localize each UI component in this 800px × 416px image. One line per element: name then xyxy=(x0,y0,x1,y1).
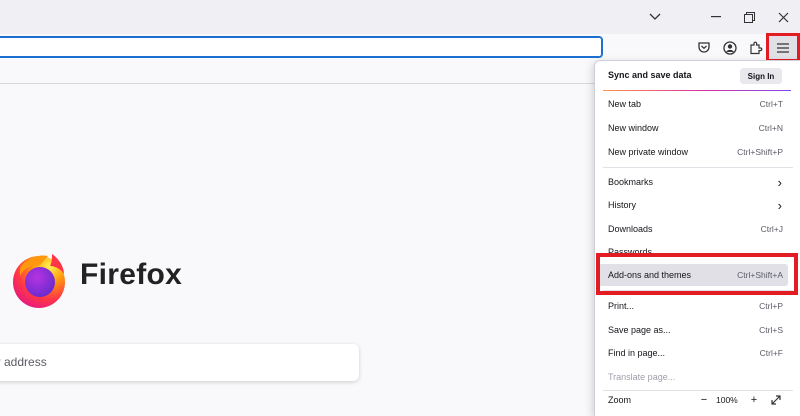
menu-separator xyxy=(603,167,793,168)
menu-item-shortcut: Ctrl+F xyxy=(759,348,783,358)
menu-item-label: Bookmarks xyxy=(608,177,654,187)
minimize-icon[interactable] xyxy=(704,6,728,28)
brand-wordmark: Firefox xyxy=(80,258,183,291)
menu-item-label: New window xyxy=(608,123,659,133)
menu-item-shortcut: Ctrl+Shift+P xyxy=(737,147,783,157)
pocket-icon[interactable] xyxy=(693,37,715,59)
fullscreen-icon[interactable] xyxy=(768,392,784,408)
menu-item-label: Find in page... xyxy=(608,348,666,358)
zoom-in-button[interactable]: + xyxy=(746,392,762,408)
search-input[interactable]: er address xyxy=(0,344,359,381)
hamburger-menu-button[interactable] xyxy=(766,33,800,62)
chevron-down-icon[interactable] xyxy=(643,6,667,28)
menu-item-new-window[interactable]: New window Ctrl+N xyxy=(598,117,788,139)
account-icon[interactable] xyxy=(719,37,741,59)
menu-item-shortcut: Ctrl+P xyxy=(759,301,783,311)
search-placeholder: er address xyxy=(0,355,47,369)
menu-item-new-private-window[interactable]: New private window Ctrl+Shift+P xyxy=(598,141,788,163)
menu-item-shortcut: Ctrl+T xyxy=(759,99,783,109)
sign-in-button[interactable]: Sign In xyxy=(740,68,782,84)
menu-item-translate-page: Translate page... xyxy=(598,366,788,388)
chevron-right-icon: › xyxy=(777,174,782,190)
url-bar[interactable] xyxy=(0,36,603,58)
hamburger-menu-icon xyxy=(777,42,789,53)
menu-item-label: New tab xyxy=(608,99,642,109)
zoom-label: Zoom xyxy=(608,395,632,405)
menu-item-label: Print... xyxy=(608,301,635,311)
menu-item-label: Downloads xyxy=(608,224,653,234)
extensions-icon[interactable] xyxy=(745,37,767,59)
title-bar xyxy=(0,0,800,34)
menu-item-shortcut: Ctrl+N xyxy=(758,123,783,133)
menu-item-history[interactable]: History › xyxy=(598,194,788,216)
zoom-out-button[interactable]: − xyxy=(696,392,712,408)
toolbar-divider xyxy=(0,83,594,84)
restore-icon[interactable] xyxy=(737,6,761,28)
menu-item-label: History xyxy=(608,200,637,210)
close-icon[interactable] xyxy=(771,6,795,28)
menu-item-label: New private window xyxy=(608,147,689,157)
chevron-right-icon: › xyxy=(777,197,782,213)
sync-divider xyxy=(603,90,791,91)
menu-item-label: Translate page... xyxy=(608,372,676,382)
firefox-logo-icon xyxy=(8,248,70,310)
menu-item-find-in-page[interactable]: Find in page... Ctrl+F xyxy=(598,342,788,364)
menu-item-bookmarks[interactable]: Bookmarks › xyxy=(598,171,788,193)
sync-label: Sync and save data xyxy=(608,70,692,80)
zoom-controls: Zoom − 100% + xyxy=(598,389,794,411)
menu-item-print[interactable]: Print... Ctrl+P xyxy=(598,295,788,317)
annotation-highlight xyxy=(596,253,798,295)
menu-item-label: Save page as... xyxy=(608,325,671,335)
menu-item-downloads[interactable]: Downloads Ctrl+J xyxy=(598,218,788,240)
app-menu-panel: Sync and save data Sign In New tab Ctrl+… xyxy=(594,60,800,416)
menu-item-shortcut: Ctrl+S xyxy=(759,325,783,335)
zoom-value[interactable]: 100% xyxy=(716,395,738,405)
menu-item-new-tab[interactable]: New tab Ctrl+T xyxy=(598,93,788,115)
navigation-bar xyxy=(0,33,800,62)
menu-item-shortcut: Ctrl+J xyxy=(760,224,783,234)
menu-item-save-page-as[interactable]: Save page as... Ctrl+S xyxy=(598,319,788,341)
